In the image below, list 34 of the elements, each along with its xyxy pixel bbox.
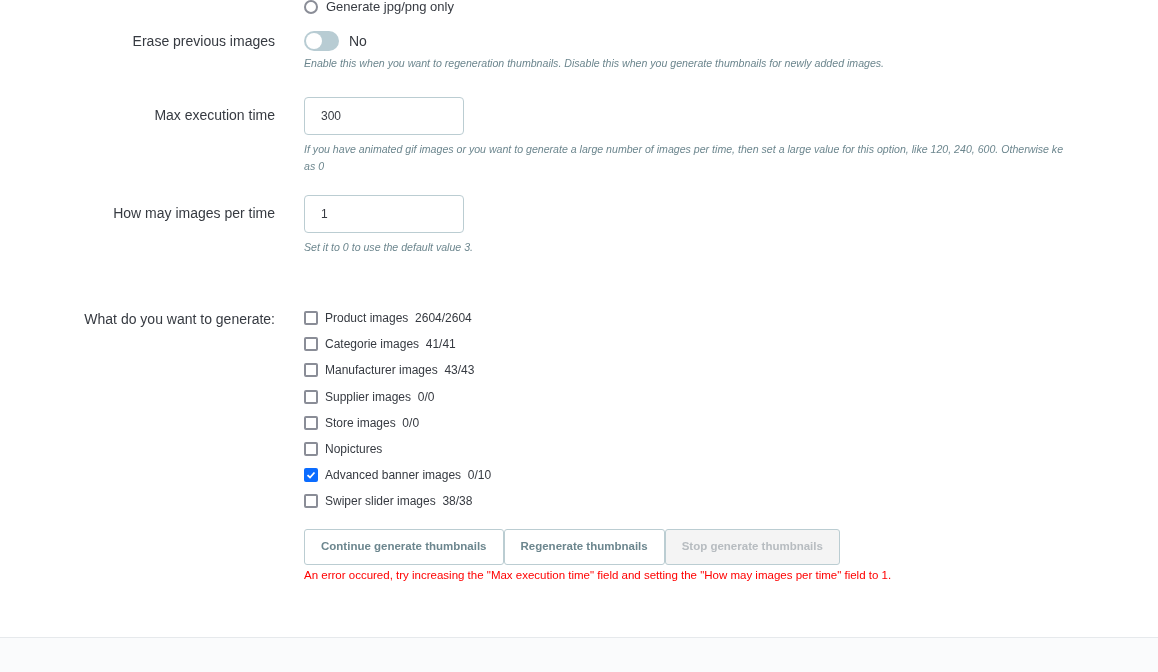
checkbox-label: Swiper slider images 38/38 [325,493,473,511]
checkbox[interactable] [304,468,318,483]
toggle-state: No [349,31,367,51]
checkbox-label: Product images 2604/2604 [325,310,472,328]
checkbox[interactable] [304,442,318,457]
checkmark-icon [306,470,316,481]
field-label: What do you want to generate: [84,310,275,329]
checkbox-label: Categorie images 41/41 [325,336,456,354]
help-text: as 0 [304,159,326,174]
checkbox-label: Manufacturer images 43/43 [325,362,475,380]
checkbox[interactable] [304,494,318,509]
radio-button[interactable] [304,0,318,14]
field-label: How may images per time [113,204,275,223]
checkbox[interactable] [304,389,318,404]
field-label: Max execution time [154,106,275,125]
checkbox-label: Supplier images 0/0 [325,388,435,406]
checkbox-label: Advanced banner images 0/10 [325,467,492,485]
toggle-switch[interactable] [304,31,339,51]
checkbox[interactable] [304,311,318,326]
radio-label: Generate jpg/png only [326,0,454,15]
number-input[interactable]: 1 [304,195,464,233]
error-message: An error occured, try increasing the "Max execution time" field and setting the "How may images per time" field to 1. [304,567,893,583]
checkbox-label: Store images 0/0 [325,414,420,432]
checkbox[interactable] [304,337,318,352]
help-text: If you have animated gif images or you want to generate a large number of images per time, then set a large value for this option, like 120, 240, 600. Otherwise ke [304,142,1065,157]
field-label: Erase previous images [132,32,275,51]
checkbox-label: Nopictures [325,441,383,459]
checkbox[interactable] [304,363,318,378]
action-button[interactable]: Continue generate thumbnails [304,528,504,565]
action-button[interactable]: Regenerate thumbnails [503,528,665,565]
help-text: Enable this when you want to regeneration thumbnails. Disable this when you generate thumbnails for newly added images. [304,56,886,71]
help-text: Set it to 0 to use the default value 3. [304,240,475,255]
number-input[interactable]: 300 [304,97,464,135]
checkbox[interactable] [304,415,318,430]
